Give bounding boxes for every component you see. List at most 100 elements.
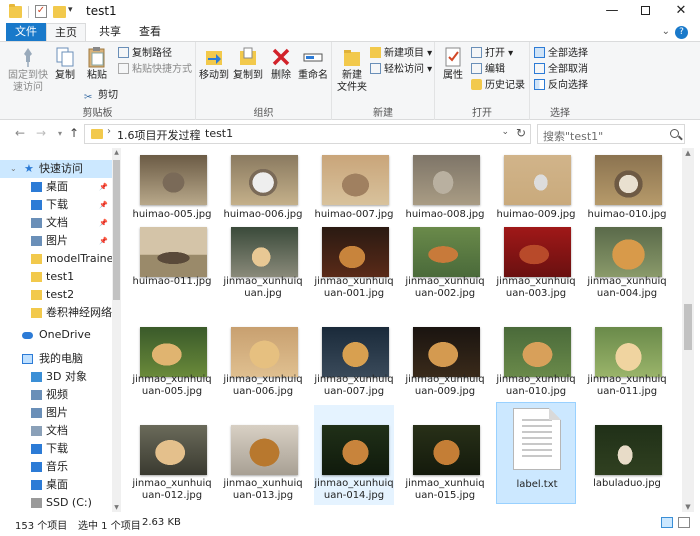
tab-file[interactable]: 文件 xyxy=(6,23,46,41)
breadcrumb-item[interactable]: test1 xyxy=(205,127,233,140)
nav-this-pc[interactable]: 我的电脑 xyxy=(0,350,112,368)
scroll-down-arrow-icon[interactable]: ▼ xyxy=(682,503,694,511)
collapse-ribbon-chevron-icon[interactable]: ⌄ xyxy=(662,26,670,37)
new-folder-quick-icon[interactable] xyxy=(53,6,66,18)
refresh-icon[interactable]: ↻ xyxy=(516,126,526,140)
address-history-chevron-icon[interactable]: ⌄ xyxy=(501,127,509,137)
nav-item[interactable]: 图片 📌 xyxy=(0,232,112,250)
file-item-image[interactable]: huimao-007.jpg xyxy=(314,151,394,221)
move-to-button[interactable]: 移动到 xyxy=(198,46,230,82)
nav-item[interactable]: 图片 xyxy=(0,404,112,422)
file-item-image[interactable]: huimao-011.jpg xyxy=(132,223,212,315)
help-icon[interactable]: ? xyxy=(675,26,688,39)
scroll-up-arrow-icon[interactable]: ▲ xyxy=(682,149,694,157)
file-item-text[interactable]: label.txt xyxy=(496,402,576,504)
file-item-image[interactable]: jinmao_xunhuiquan-012.jpg xyxy=(132,405,212,505)
easy-access-button[interactable]: 轻松访问 ▾ xyxy=(370,63,432,77)
file-item-image[interactable]: jinmao_xunhuiquan-004.jpg xyxy=(587,223,667,315)
invert-selection-button[interactable]: 反向选择 xyxy=(534,79,588,93)
file-item-image[interactable]: jinmao_xunhuiquan-015.jpg xyxy=(405,405,485,505)
nav-item[interactable]: 3D 对象 xyxy=(0,368,112,386)
minimize-button[interactable]: — xyxy=(595,0,629,23)
file-item-image[interactable]: jinmao_xunhuiquan-010.jpg xyxy=(496,321,576,413)
scroll-up-arrow-icon[interactable]: ▲ xyxy=(112,149,121,156)
file-item-image[interactable]: jinmao_xunhuiquan-002.jpg xyxy=(405,223,485,315)
search-box[interactable]: 搜索"test1" xyxy=(537,124,685,144)
edit-button[interactable]: 编辑 xyxy=(471,63,505,77)
file-item-image[interactable]: huimao-008.jpg xyxy=(405,151,485,221)
nav-onedrive[interactable]: OneDrive xyxy=(0,326,112,344)
paste-shortcut-button[interactable]: 粘贴快捷方式 xyxy=(118,63,192,77)
properties-button[interactable]: 属性 xyxy=(439,46,467,82)
select-none-button[interactable]: 全部取消 xyxy=(534,63,588,77)
details-view-icon[interactable] xyxy=(661,517,673,528)
file-item-image[interactable]: huimao-009.jpg xyxy=(496,151,576,221)
tab-home[interactable]: 主页 xyxy=(46,23,86,41)
nav-item[interactable]: 文档 xyxy=(0,422,112,440)
nav-item[interactable]: 下载 📌 xyxy=(0,196,112,214)
file-item-image[interactable]: huimao-005.jpg xyxy=(132,151,212,221)
breadcrumb-chevron-icon[interactable]: › xyxy=(107,126,111,137)
scroll-thumb[interactable] xyxy=(684,304,692,350)
delete-button[interactable]: 删除 xyxy=(268,46,294,82)
breadcrumb-chevron-icon[interactable]: › xyxy=(195,126,199,137)
maximize-button[interactable] xyxy=(628,0,662,23)
navigation-scrollbar[interactable]: ▲ ▼ xyxy=(112,148,121,512)
cut-button[interactable]: ✂ 剪切 xyxy=(84,89,118,103)
paste-button[interactable]: 粘贴 xyxy=(82,46,112,82)
copy-to-button[interactable]: 复制到 xyxy=(232,46,264,82)
file-item-image[interactable]: huimao-010.jpg xyxy=(587,151,667,221)
file-item-image[interactable]: jinmao_xunhuiquan-006.jpg xyxy=(223,321,303,413)
history-button[interactable]: 历史记录 xyxy=(471,79,525,93)
file-item-image[interactable]: jinmao_xunhuiquan-013.jpg xyxy=(223,405,303,505)
file-item-image[interactable]: jinmao_xunhuiquan-005.jpg xyxy=(132,321,212,413)
file-item-image[interactable]: labuladuo.jpg xyxy=(587,405,667,505)
nav-item[interactable]: 视频 xyxy=(0,386,112,404)
tab-view[interactable]: 查看 xyxy=(130,23,170,41)
select-all-button[interactable]: 全部选择 xyxy=(534,47,588,61)
image-thumbnail xyxy=(504,155,571,205)
copy-path-button[interactable]: 复制路径 xyxy=(118,47,172,61)
file-item-image[interactable]: jinmao_xunhuiquan-009.jpg xyxy=(405,321,485,413)
ribbon: 固定到快 速访问 复制 粘贴 复制路径 粘贴快捷方式 ✂ 剪切 剪贴板 移动到 xyxy=(0,41,700,120)
file-item-image[interactable]: jinmao_xunhuiquan-011.jpg xyxy=(587,321,667,413)
nav-item[interactable]: SSD (C:) xyxy=(0,494,112,512)
new-item-button[interactable]: 新建项目 ▾ xyxy=(370,47,432,61)
address-bar[interactable]: › 1.6项目开发过程 › test1 ⌄ ↻ xyxy=(84,124,531,144)
nav-item[interactable]: 文档 📌 xyxy=(0,214,112,232)
nav-item[interactable]: modelTrainer xyxy=(0,250,112,268)
new-folder-button[interactable]: 新建 文件夹 xyxy=(336,46,368,94)
tab-share[interactable]: 共享 xyxy=(90,23,130,41)
file-item-image[interactable]: jinmao_xunhuiquan-003.jpg xyxy=(496,223,576,315)
expand-chevron-icon[interactable]: ⌄ xyxy=(10,160,17,178)
up-arrow-icon[interactable]: ↑ xyxy=(66,126,82,140)
file-item-image[interactable]: jinmao_xunhuiquan-007.jpg xyxy=(314,321,394,413)
properties-quick-icon[interactable]: ✓ xyxy=(35,5,47,18)
nav-quick-access[interactable]: ⌄ ★ 快速访问 xyxy=(0,160,112,178)
large-icons-view-icon[interactable] xyxy=(678,517,690,528)
nav-item[interactable]: 桌面 xyxy=(0,476,112,494)
scroll-down-arrow-icon[interactable]: ▼ xyxy=(112,504,121,511)
open-button[interactable]: 打开 ▾ xyxy=(471,47,513,61)
file-item-image[interactable]: jinmao_xunhuiquan-001.jpg xyxy=(314,223,394,315)
file-item-image[interactable]: huimao-006.jpg xyxy=(223,151,303,221)
forward-arrow-icon[interactable]: → xyxy=(33,126,49,140)
search-input[interactable]: 搜索"test1" xyxy=(543,128,603,144)
file-list-scrollbar[interactable]: ▲ ▼ xyxy=(682,148,694,512)
close-button[interactable]: ✕ xyxy=(664,0,698,23)
nav-item[interactable]: test2 xyxy=(0,286,112,304)
file-item-image[interactable]: jinmao_xunhuiquan-014.jpg xyxy=(314,405,394,505)
nav-item[interactable]: 桌面 📌 xyxy=(0,178,112,196)
nav-item[interactable]: 音乐 xyxy=(0,458,112,476)
customize-toolbar-chevron-icon[interactable]: ▾ xyxy=(68,5,73,20)
nav-item[interactable]: test1 xyxy=(0,268,112,286)
back-arrow-icon[interactable]: ← xyxy=(12,126,28,140)
rename-button[interactable]: 重命名 xyxy=(296,46,330,82)
breadcrumb-item[interactable]: 1.6项目开发过程 xyxy=(117,127,201,143)
file-item-image[interactable]: jinmao_xunhuiquan.jpg xyxy=(223,223,303,315)
scroll-thumb[interactable] xyxy=(113,160,120,300)
nav-item[interactable]: 下载 xyxy=(0,440,112,458)
nav-item[interactable]: 卷积神经网络通 xyxy=(0,304,112,322)
pin-to-quick-access-button[interactable]: 固定到快 速访问 xyxy=(8,46,48,94)
copy-button[interactable]: 复制 xyxy=(50,46,80,82)
